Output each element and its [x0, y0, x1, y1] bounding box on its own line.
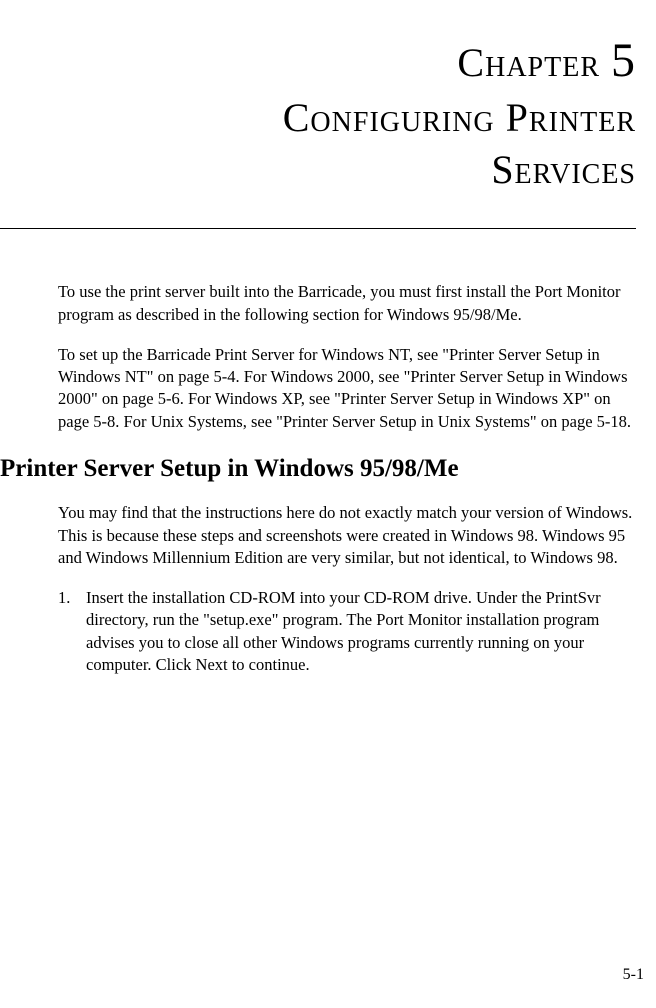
- intro-paragraph-1: To use the print server built into the B…: [58, 281, 634, 326]
- chapter-label: Chapter: [457, 40, 600, 85]
- intro-paragraph-2: To set up the Barricade Print Server for…: [58, 344, 634, 433]
- chapter-title-line1: Configuring Printer: [283, 95, 636, 140]
- list-item-number: 1.: [58, 587, 86, 676]
- list-item-text: Insert the installation CD-ROM into your…: [86, 587, 634, 676]
- chapter-number: 5: [611, 34, 636, 87]
- list-item: 1. Insert the installation CD-ROM into y…: [58, 587, 634, 676]
- section-heading: Printer Server Setup in Windows 95/98/Me: [0, 453, 636, 484]
- chapter-title-line2: Services: [491, 147, 636, 192]
- page-number: 5-1: [623, 966, 644, 984]
- chapter-title: Chapter 5 Configuring Printer Services: [0, 30, 646, 196]
- section-paragraph-1: You may find that the instructions here …: [58, 502, 634, 569]
